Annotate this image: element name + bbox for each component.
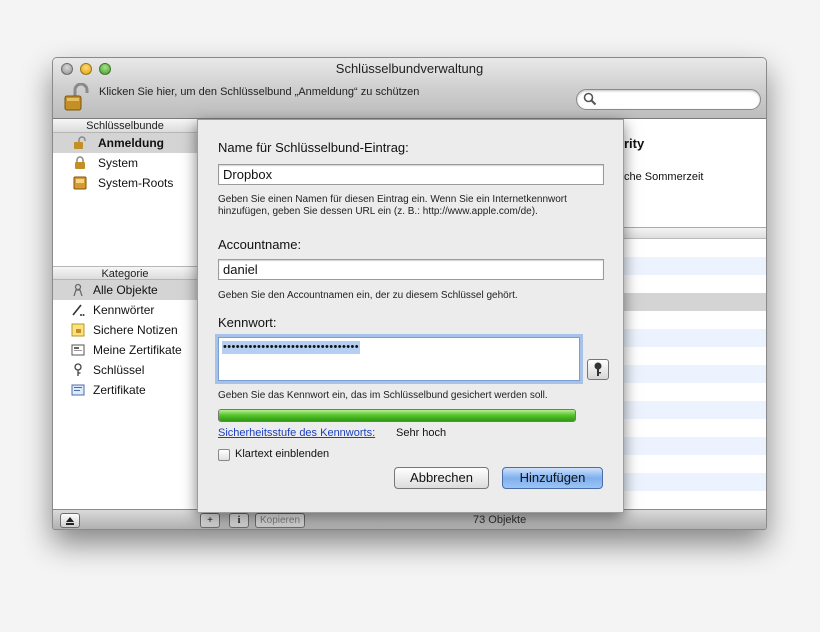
- sidebar-item-label: Anmeldung: [98, 136, 164, 150]
- padlock-open-icon: [64, 82, 89, 111]
- password-strength-meter: [218, 409, 576, 422]
- sidebar-item-secure-notes[interactable]: Sichere Notizen: [53, 320, 197, 340]
- sidebar: Schlüsselbunde Anmeldung System System-R…: [53, 119, 198, 509]
- password-strength-value: Sehr hoch: [396, 427, 447, 439]
- detail-subtitle-fragment: che Sommerzeit: [624, 171, 704, 183]
- password-strength-fill: [219, 410, 575, 421]
- detail-title-fragment: rity: [624, 136, 645, 151]
- account-name-field[interactable]: [218, 259, 604, 280]
- search-input[interactable]: [599, 92, 754, 107]
- password-masked-text: ••••••••••••••••••••••••••••••••: [222, 341, 361, 354]
- sidebar-item-label: Meine Zertifikate: [93, 343, 182, 357]
- password-icon: [72, 304, 85, 316]
- lock-keychain-button[interactable]: [63, 82, 89, 113]
- add-item-button[interactable]: +: [200, 513, 220, 528]
- category-header: Kategorie: [53, 266, 197, 280]
- info-button[interactable]: i: [229, 513, 249, 528]
- show-clear-text-label[interactable]: Klartext einblenden: [235, 448, 329, 460]
- sidebar-item-system-roots[interactable]: System-Roots: [53, 173, 197, 193]
- account-name-hint: Geben Sie den Accountnamen ein, der zu d…: [218, 290, 518, 301]
- password-assistant-button[interactable]: [587, 359, 609, 380]
- sidebar-item-label: Kennwörter: [93, 303, 155, 317]
- all-items-icon: [73, 283, 83, 297]
- sidebar-item-label: Schlüssel: [93, 363, 145, 377]
- key-icon: [594, 362, 602, 376]
- sidebar-item-all-items[interactable]: Alle Objekte: [53, 280, 197, 300]
- item-name-field[interactable]: [218, 164, 604, 185]
- sidebar-item-system[interactable]: System: [53, 153, 197, 173]
- sidebar-item-keys[interactable]: Schlüssel: [53, 360, 197, 380]
- lock-hint-text: Klicken Sie hier, um den Schlüsselbund „…: [99, 86, 420, 98]
- toggle-sidebar-button[interactable]: [60, 513, 80, 528]
- eject-icon: [66, 517, 74, 525]
- secure-note-icon: [71, 323, 85, 337]
- copy-button[interactable]: Kopieren: [255, 513, 305, 528]
- add-button[interactable]: Hinzufügen: [502, 467, 603, 489]
- lock-open-icon: [74, 136, 86, 149]
- sidebar-item-label: System: [98, 156, 139, 170]
- cancel-button[interactable]: Abbrechen: [394, 467, 489, 489]
- sidebar-item-certificates[interactable]: Zertifikate: [53, 380, 197, 400]
- info-icon: i: [237, 515, 241, 526]
- item-name-label: Name für Schlüsselbund-Eintrag:: [218, 140, 409, 155]
- cabinet-icon: [73, 176, 87, 190]
- keychain-list: Anmeldung System System-Roots: [53, 133, 197, 266]
- window-title: Schlüsselbundverwaltung: [335, 61, 484, 76]
- new-password-sheet: Name für Schlüsselbund-Eintrag: Geben Si…: [197, 119, 624, 513]
- show-clear-text-checkbox[interactable]: [218, 449, 230, 461]
- sidebar-item-label: System-Roots: [98, 176, 174, 190]
- sidebar-item-my-certificates[interactable]: Meine Zertifikate: [53, 340, 197, 360]
- password-strength-link[interactable]: Sicherheitsstufe des Kennworts:: [218, 427, 375, 439]
- title-bar: Schlüsselbundverwaltung Klicken Sie hier…: [53, 58, 766, 119]
- my-certificate-icon: [71, 344, 85, 356]
- sidebar-item-label: Zertifikate: [93, 383, 146, 397]
- certificate-icon: [71, 384, 85, 396]
- item-name-hint: Geben Sie einen Namen für diesen Eintrag…: [218, 194, 567, 217]
- password-field[interactable]: ••••••••••••••••••••••••••••••••: [218, 337, 580, 381]
- search-field[interactable]: [576, 89, 761, 110]
- key-icon: [74, 363, 82, 376]
- sidebar-item-label: Sichere Notizen: [93, 323, 178, 337]
- password-label: Kennwort:: [218, 315, 277, 330]
- password-hint: Geben Sie das Kennwort ein, das im Schlü…: [218, 390, 548, 401]
- item-count: 73 Objekte: [473, 514, 527, 526]
- account-name-label: Accountname:: [218, 237, 302, 252]
- sidebar-item-passwords[interactable]: Kennwörter: [53, 300, 197, 320]
- sidebar-item-label: Alle Objekte: [93, 283, 158, 297]
- plus-icon: +: [207, 515, 213, 526]
- keychains-header: Schlüsselbunde: [53, 119, 197, 133]
- sidebar-item-anmeldung[interactable]: Anmeldung: [53, 133, 197, 153]
- lock-icon: [75, 156, 85, 169]
- search-icon: [583, 92, 597, 106]
